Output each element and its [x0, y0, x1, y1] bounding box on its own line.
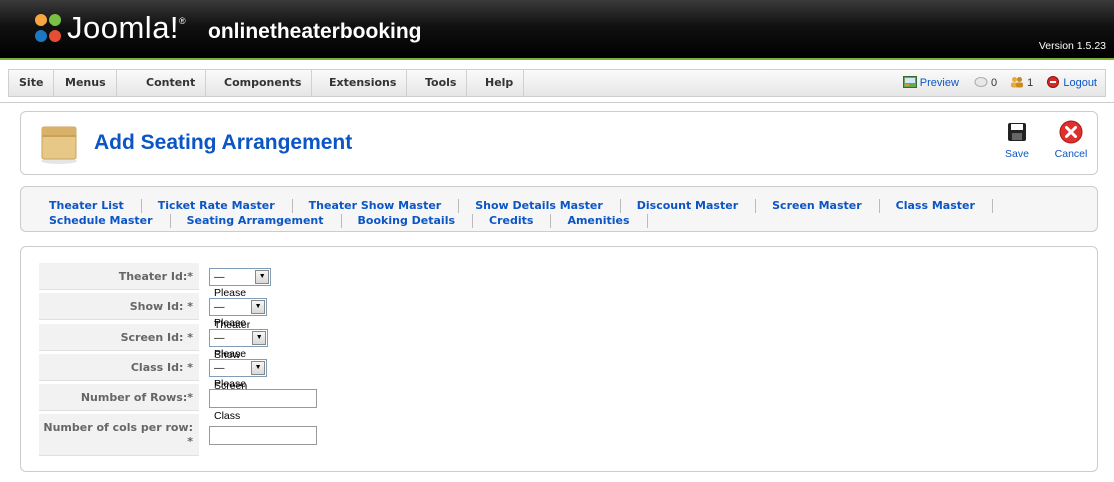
- users-status[interactable]: 1: [1010, 70, 1033, 96]
- submenu-screen-master[interactable]: Screen Master: [772, 199, 880, 213]
- theater-id-select[interactable]: —Please select Theater Id— ▼: [209, 268, 272, 347]
- theater-id-label: Theater Id:*: [39, 263, 199, 290]
- header-bar: Joomla!® onlinetheaterbooking Version 1.…: [0, 0, 1114, 60]
- number-of-rows-label: Number of Rows:*: [39, 384, 199, 411]
- save-icon: [1008, 123, 1026, 141]
- menu-help[interactable]: Help: [475, 70, 525, 96]
- toolbar-box: Add Seating Arrangement Save Cancel: [20, 111, 1098, 175]
- joomla-logo-icon: [35, 14, 61, 42]
- page-title: Add Seating Arrangement: [94, 131, 353, 154]
- cancel-icon: [1059, 120, 1083, 144]
- version-label: Version 1.5.23: [1038, 40, 1106, 52]
- menu-bar-inner: Site Menus Content Components Extensions…: [8, 69, 1106, 97]
- joomla-logo-text: Joomla!®: [67, 10, 187, 45]
- save-button[interactable]: Save: [996, 120, 1038, 168]
- number-of-rows-input[interactable]: [209, 389, 317, 408]
- submenu-schedule-master[interactable]: Schedule Master: [49, 214, 171, 228]
- screen-id-select[interactable]: —Please select Screen Id— ▼: [209, 329, 269, 408]
- chevron-down-icon[interactable]: ▼: [255, 270, 270, 284]
- number-of-cols-input[interactable]: [209, 426, 317, 445]
- messages-status[interactable]: 0: [974, 70, 997, 96]
- submenu-booking-details[interactable]: Booking Details: [358, 214, 474, 228]
- class-id-label: Class Id: *: [39, 354, 199, 381]
- preview-icon: [902, 76, 917, 89]
- chevron-down-icon[interactable]: ▼: [251, 300, 266, 314]
- cancel-label: Cancel: [1054, 148, 1088, 160]
- submenu-amenities[interactable]: Amenities: [567, 214, 648, 228]
- submenu-box: Theater List Ticket Rate Master Theater Sh…: [20, 186, 1098, 232]
- show-id-select[interactable]: —Please select Show Id— ▼: [209, 298, 268, 377]
- messages-icon: [974, 77, 988, 88]
- submenu-ticket-rate-master[interactable]: Ticket Rate Master: [158, 199, 293, 213]
- number-of-cols-label: Number of cols per row: *: [39, 414, 199, 456]
- class-id-select[interactable]: —Please select Class Id— ▼: [209, 359, 268, 438]
- users-icon: [1011, 77, 1024, 88]
- form-box: Theater Id:* —Please select Theater Id— …: [20, 246, 1098, 472]
- show-id-label: Show Id: *: [39, 293, 199, 320]
- logout-link[interactable]: Logout: [1046, 70, 1097, 96]
- submenu-theater-list[interactable]: Theater List: [49, 199, 142, 213]
- submenu-seating-arrangement[interactable]: Seating Arramgement: [187, 214, 342, 228]
- menu-content[interactable]: Content: [136, 70, 207, 96]
- chevron-down-icon[interactable]: ▼: [251, 361, 266, 375]
- menu-bar: Site Menus Content Components Extensions…: [0, 62, 1114, 103]
- menu-menus[interactable]: Menus: [55, 70, 117, 96]
- save-label: Save: [1005, 148, 1029, 160]
- menu-site[interactable]: Site: [9, 70, 55, 96]
- submenu-theater-show-master[interactable]: Theater Show Master: [309, 199, 460, 213]
- menu-components[interactable]: Components: [214, 70, 313, 96]
- cancel-button[interactable]: Cancel: [1050, 120, 1092, 168]
- submenu-show-details-master[interactable]: Show Details Master: [475, 199, 621, 213]
- submenu-row-1: Theater List Ticket Rate Master Theater Sh…: [39, 199, 1009, 214]
- site-name: onlinetheaterbooking: [208, 20, 422, 43]
- screen-id-label: Screen Id: *: [39, 324, 199, 351]
- submenu-credits[interactable]: Credits: [489, 214, 552, 228]
- submenu-class-master[interactable]: Class Master: [896, 199, 993, 213]
- menu-extensions[interactable]: Extensions: [319, 70, 408, 96]
- submenu-row-2: Schedule Master Seating Arramgement Bookin…: [39, 214, 664, 229]
- status-area: Preview 0 1 Logout: [902, 70, 1097, 96]
- preview-link[interactable]: Preview: [902, 70, 959, 96]
- submenu-discount-master[interactable]: Discount Master: [637, 199, 757, 213]
- logout-icon: [1047, 76, 1060, 89]
- package-icon: [41, 126, 77, 164]
- menu-tools[interactable]: Tools: [415, 70, 468, 96]
- chevron-down-icon[interactable]: ▼: [252, 331, 267, 345]
